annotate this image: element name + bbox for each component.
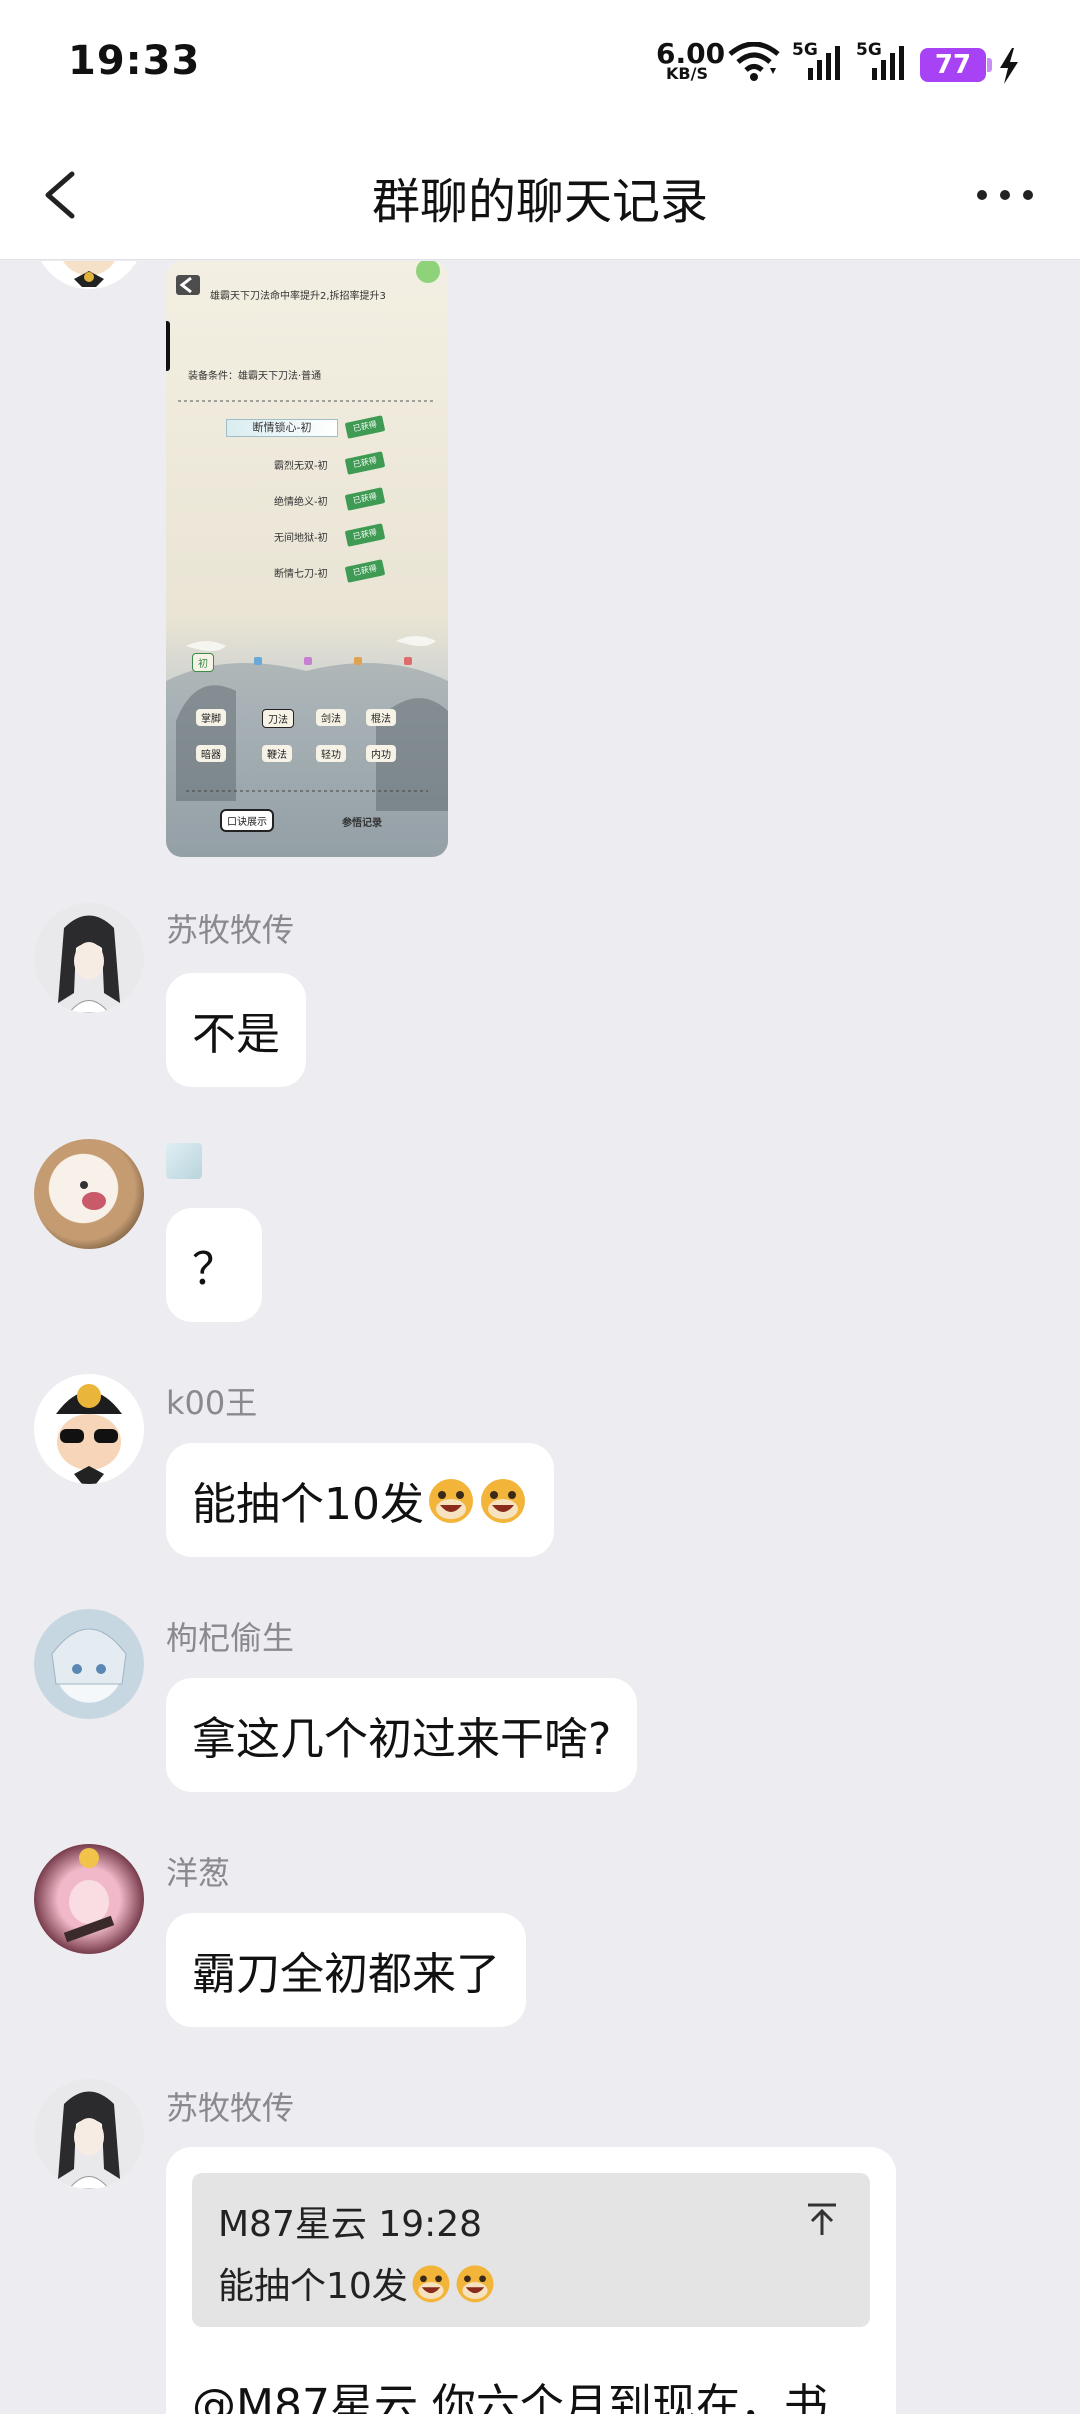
battery-icon: 77 [920,48,992,82]
laughing-emoji-icon [412,2265,450,2303]
category-tab: 棍法 [366,709,396,726]
sender-name: 枸杞偷生 [166,1619,295,1657]
network-speed: 6.00 KB/S [656,40,725,82]
shared-image[interactable]: 雄霸天下刀法命中率提升2,拆招率提升3 装备条件：雄霸天下刀法·普通 断情锁心-… [166,261,448,857]
sender-name: 苏牧牧传 [166,911,295,949]
avatar[interactable] [34,1374,144,1484]
game-scene-illustration [166,261,448,857]
skill-item: 断情七刀-初 [274,569,328,580]
avatar[interactable] [34,903,144,1013]
avatar[interactable] [34,1609,144,1719]
wifi-icon [728,41,780,86]
message-bubble[interactable]: 拿这几个初过来干啥? [166,1678,638,1792]
sender-name: 苏牧牧传 [166,2089,295,2127]
skill-item: 断情锁心-初 [226,419,338,437]
avatar[interactable] [34,261,144,289]
message-text: ？ [192,1244,236,1295]
equip-condition: 装备条件：雄霸天下刀法·普通 [188,371,322,382]
quote-text-row: 能抽个10发 [218,2257,496,2309]
laughing-emoji-icon [456,2265,494,2303]
tier-dot [304,657,312,665]
message-bubble[interactable]: ？ [166,1208,262,1322]
jump-to-quote-button[interactable] [802,2199,842,2239]
category-tab: 掌脚 [196,709,226,726]
charging-icon [996,46,1022,90]
category-tab: 暗器 [196,745,226,762]
avatar[interactable] [34,2079,144,2189]
tier-dot [404,657,412,665]
message-bubble-with-quote[interactable]: M87星云 19:28 能抽个10发 @M87星云 你六个月到现在，书 [166,2147,896,2414]
message-text: 不是 [192,1009,280,1060]
status-bar: 19:33 6.00 KB/S 5G 5G 77 [0,0,1080,130]
navigation-bar: 群聊的聊天记录 [0,130,1080,260]
category-tab: 剑法 [316,709,346,726]
skill-item: 霸烈无双-初 [274,461,328,472]
category-tab: 刀法 [262,709,294,728]
quote-author-time: M87星云 19:28 [218,2204,483,2245]
tier-dot [354,657,362,665]
sender-name: k00王 [166,1384,258,1422]
battery-level: 77 [934,50,972,80]
status-time: 19:33 [68,38,201,84]
chat-history-list[interactable]: 雄霸天下刀法命中率提升2,拆招率提升3 装备条件：雄霸天下刀法·普通 断情锁心-… [0,261,1080,2414]
skill-effect-heading: 雄霸天下刀法命中率提升2,拆招率提升3 [210,291,386,302]
quoted-message[interactable]: M87星云 19:28 能抽个10发 [192,2173,870,2327]
category-tab: 轻功 [316,745,346,762]
tier-dot [254,657,262,665]
laughing-emoji-icon [481,1479,525,1523]
skill-item: 无间地狱-初 [274,533,328,544]
skill-item: 绝情绝义-初 [274,497,328,508]
message-bubble[interactable]: 能抽个10发 [166,1443,554,1557]
category-tab: 鞭法 [262,745,292,762]
message-text: 霸刀全初都来了 [192,1949,500,2000]
message-bubble[interactable]: 不是 [166,973,306,1087]
avatar[interactable] [34,1139,144,1249]
laughing-emoji-icon [429,1479,473,1523]
more-button[interactable] [970,172,1040,218]
sender-name-image [166,1143,202,1179]
more-horizontal-icon [977,190,1033,200]
quote-text: 能抽个10发 [218,2266,408,2307]
message-bubble[interactable]: 霸刀全初都来了 [166,1913,526,2027]
category-tab: 内功 [366,745,396,762]
page-title: 群聊的聊天记录 [371,174,708,230]
tier-tab: 初 [192,653,214,672]
verse-display-button: 口诀展示 [220,809,274,832]
avatar[interactable] [34,1844,144,1954]
message-text: 拿这几个初过来干啥? [192,1714,612,1765]
study-record-button: 参悟记录 [342,818,382,829]
sender-name: 洋葱 [166,1854,231,1892]
message-text: @M87星云 你六个月到现在，书 [192,2380,828,2414]
arrow-up-to-top-icon [808,2203,836,2235]
message-text: 能抽个10发 [192,1479,424,1530]
